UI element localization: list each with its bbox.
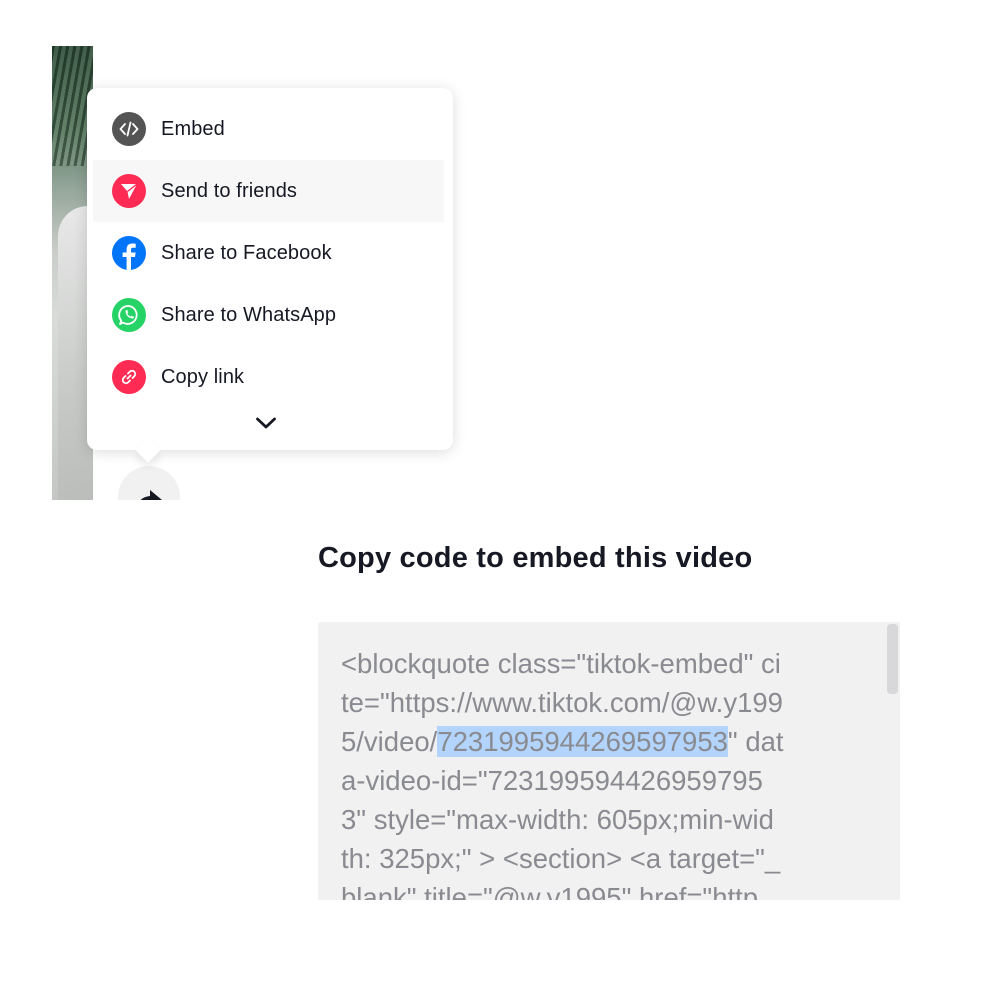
code-text-segment: <blockquote class="tiktok-embed" ci <box>341 648 781 679</box>
code-line: a-video-id="723199594426959795 <box>341 761 863 800</box>
send-paper-plane-icon <box>112 174 146 208</box>
menu-item-label: Send to friends <box>161 179 298 202</box>
menu-item-share-facebook[interactable]: Share to Facebook <box>93 222 444 284</box>
scrollbar-thumb[interactable] <box>887 624 898 694</box>
embed-title: Copy code to embed this video <box>318 542 753 574</box>
whatsapp-icon <box>112 298 146 332</box>
facebook-icon <box>112 236 146 270</box>
menu-item-label: Copy link <box>161 365 245 388</box>
code-text-segment: te="https://www.tiktok.com/@w.y199 <box>341 687 783 718</box>
code-line: blank" title="@w.y1995" href="http <box>341 878 863 900</box>
embed-code-textarea[interactable]: <blockquote class="tiktok-embed" ci te="h… <box>318 622 900 900</box>
popup-caret <box>135 437 161 463</box>
code-text-segment: blank" title="@w.y1995" href="http <box>341 882 759 900</box>
code-line: <blockquote class="tiktok-embed" ci <box>341 644 863 683</box>
menu-item-label: Share to Facebook <box>161 241 332 264</box>
more-options-button[interactable] <box>253 413 279 433</box>
code-line: te="https://www.tiktok.com/@w.y199 <box>341 683 863 722</box>
menu-item-send-to-friends[interactable]: Send to friends <box>93 160 444 222</box>
code-text-segment: " dat <box>727 726 784 757</box>
code-line: th: 325px;" > <section> <a target="_ <box>341 839 863 878</box>
menu-item-label: Share to WhatsApp <box>161 303 337 326</box>
code-line: 5/video/7231995944269597953" dat <box>341 722 863 761</box>
code-text-segment: 5/video/ <box>341 726 438 757</box>
chevron-down-icon <box>256 417 276 429</box>
code-text-segment: 3" style="max-width: 605px;min-wid <box>341 804 774 835</box>
code-text-segment: th: 325px;" > <section> <a target="_ <box>341 843 781 874</box>
link-icon <box>112 360 146 394</box>
code-line: 3" style="max-width: 605px;min-wid <box>341 800 863 839</box>
selected-video-id: 7231995944269597953 <box>437 726 728 757</box>
menu-item-share-whatsapp[interactable]: Share to WhatsApp <box>93 284 444 346</box>
page: Embed Send to friends Share to Facebook <box>0 0 1000 1000</box>
menu-item-copy-link[interactable]: Copy link <box>93 346 444 408</box>
menu-item-label: Embed <box>161 117 225 140</box>
code-text-segment: a-video-id="723199594426959795 <box>341 765 763 796</box>
share-menu-popup: Embed Send to friends Share to Facebook <box>87 88 453 463</box>
embed-code-icon <box>112 112 146 146</box>
embed-code-text[interactable]: <blockquote class="tiktok-embed" ci te="h… <box>341 644 863 900</box>
crop-mask <box>0 500 1000 540</box>
menu-item-embed[interactable]: Embed <box>93 98 444 160</box>
